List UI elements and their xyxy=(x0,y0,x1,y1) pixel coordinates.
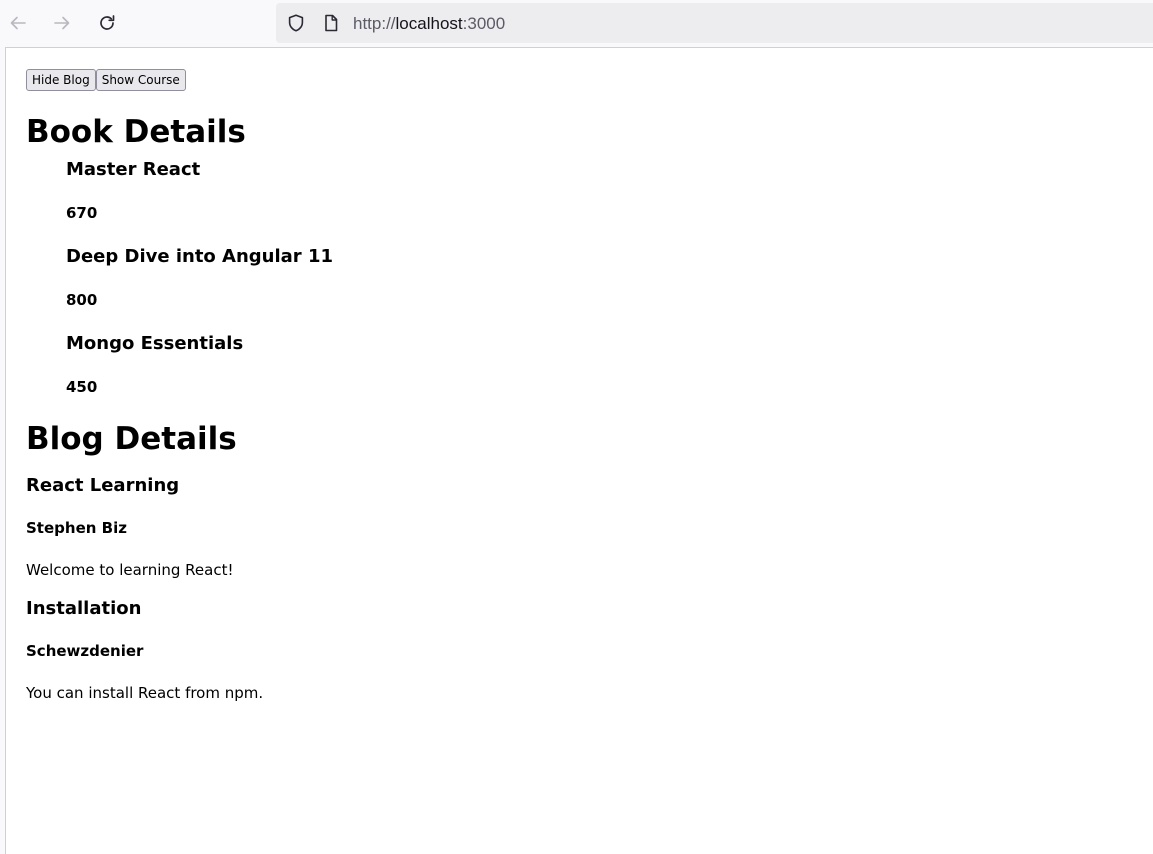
book-price: 450 xyxy=(66,378,98,396)
show-course-button[interactable]: Show Course xyxy=(95,69,186,91)
reload-button[interactable] xyxy=(92,8,122,38)
blog-title: React Learning xyxy=(26,475,180,496)
blog-item: Installation Schewzdenier You can instal… xyxy=(26,598,1133,703)
toggle-button-row: Hide Blog Show Course xyxy=(26,69,1133,91)
blog-author: Schewzdenier xyxy=(26,642,144,660)
blog-content: You can install React from npm. xyxy=(26,684,264,702)
book-item: Mongo Essentials 450 xyxy=(66,333,1133,397)
book-name: Mongo Essentials xyxy=(66,333,244,354)
book-price: 670 xyxy=(66,204,98,222)
book-details-heading: Book Details xyxy=(26,114,246,150)
url-scheme: http:// xyxy=(353,14,396,33)
blog-list: React Learning Stephen Biz Welcome to le… xyxy=(26,475,1133,703)
book-name: Master React xyxy=(66,159,201,180)
reload-icon xyxy=(100,15,115,30)
blog-content: Welcome to learning React! xyxy=(26,561,234,579)
blog-item: React Learning Stephen Biz Welcome to le… xyxy=(26,475,1133,580)
book-item: Deep Dive into Angular 11 800 xyxy=(66,246,1133,310)
page-content: Hide Blog Show Course Book Details Maste… xyxy=(6,48,1153,703)
url-port: :3000 xyxy=(462,14,506,33)
arrow-left-icon xyxy=(10,16,26,30)
url-host: localhost xyxy=(395,14,463,33)
url-text[interactable]: http://localhost:3000 xyxy=(353,14,505,34)
blog-details-heading: Blog Details xyxy=(26,421,237,457)
page-icon[interactable] xyxy=(321,13,341,33)
shield-icon[interactable] xyxy=(286,13,306,33)
book-list: Master React 670 Deep Dive into Angular … xyxy=(66,159,1133,397)
blog-title: Installation xyxy=(26,598,142,619)
forward-button[interactable] xyxy=(47,8,77,38)
book-price: 800 xyxy=(66,291,98,309)
back-button[interactable] xyxy=(3,8,33,38)
book-name: Deep Dive into Angular 11 xyxy=(66,246,334,267)
book-item: Master React 670 xyxy=(66,159,1133,223)
address-bar[interactable]: http://localhost:3000 xyxy=(276,3,1153,43)
browser-toolbar: http://localhost:3000 xyxy=(0,0,1153,46)
blog-author: Stephen Biz xyxy=(26,519,127,537)
arrow-right-icon xyxy=(54,16,70,30)
hide-blog-button[interactable]: Hide Blog xyxy=(26,69,96,91)
page-viewport: Hide Blog Show Course Book Details Maste… xyxy=(5,47,1153,854)
